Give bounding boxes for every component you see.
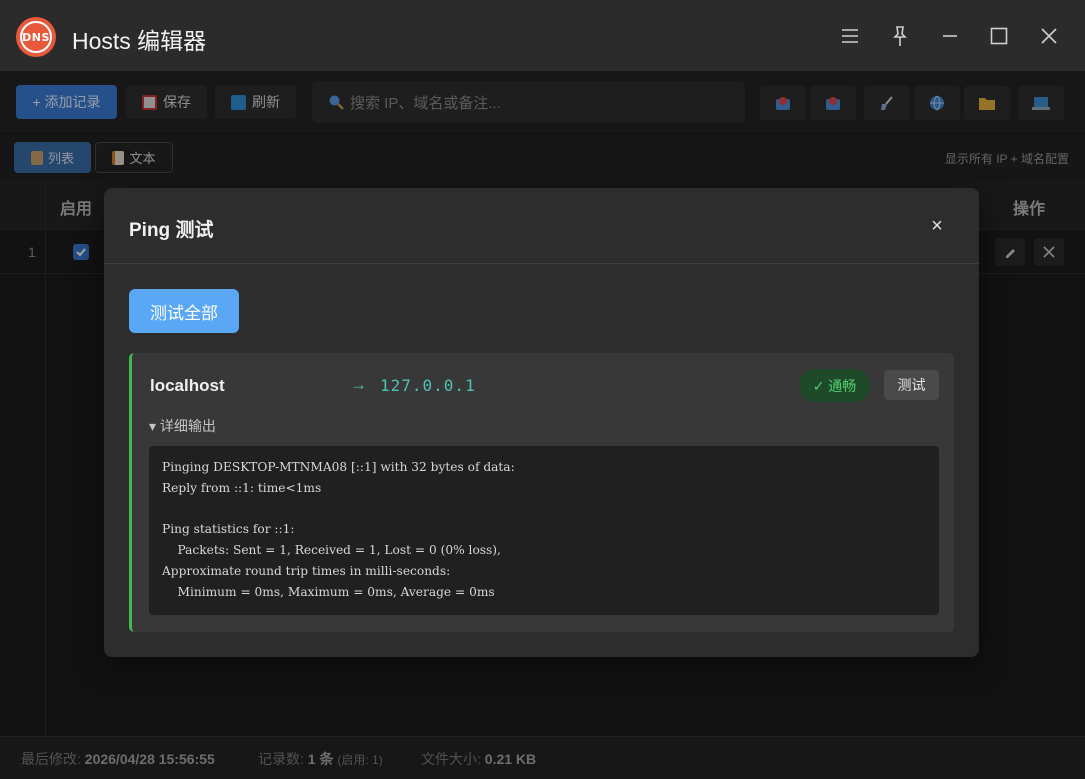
ping-output: Pinging DESKTOP-MTNMA08 [::1] with 32 by… (149, 446, 939, 615)
details-toggle[interactable]: ▾ 详细输出 (149, 416, 216, 436)
status-badge: ✓ 通畅 (799, 369, 870, 402)
close-window-icon[interactable] (1033, 20, 1065, 52)
logo-text: DNS (20, 21, 52, 53)
arrow-icon: → (350, 375, 367, 394)
ping-result-card: localhost → 127.0.0.1 ✓ 通畅 测试 ▾ 详细输出 Pin… (129, 353, 954, 632)
maximize-icon[interactable] (983, 20, 1015, 52)
dialog-header: Ping 测试 × (104, 188, 979, 264)
ping-test-dialog: Ping 测试 × 测试全部 localhost → 127.0.0.1 ✓ 通… (104, 188, 979, 657)
close-icon[interactable]: × (927, 216, 947, 236)
app-logo: DNS (16, 17, 56, 57)
title-bar: DNS Hosts 编辑器 (0, 0, 1085, 72)
test-button[interactable]: 测试 (884, 370, 939, 400)
minimize-icon[interactable] (934, 20, 966, 52)
dialog-title: Ping 测试 (129, 220, 214, 241)
app-title: Hosts 编辑器 (72, 28, 207, 54)
pin-icon[interactable] (884, 20, 916, 52)
test-all-button[interactable]: 测试全部 (129, 289, 239, 333)
result-ip: 127.0.0.1 (380, 376, 476, 395)
menu-icon[interactable] (834, 20, 866, 52)
result-hostname: localhost (150, 376, 225, 395)
